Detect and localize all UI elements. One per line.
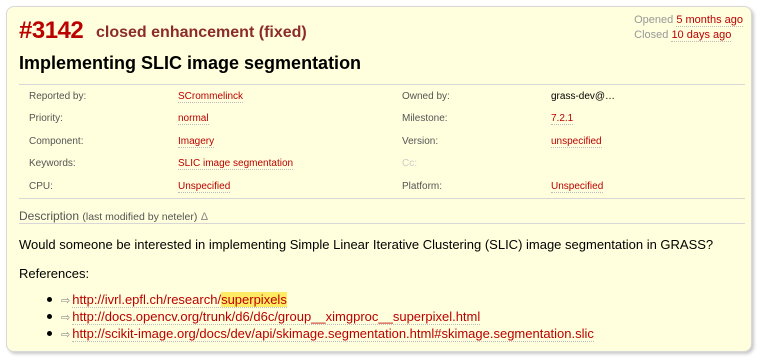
- ticket-properties-table: Reported by: SCrommelinck Owned by: gras…: [19, 84, 745, 199]
- reference-link[interactable]: http://scikit-image.org/docs/dev/api/ski…: [72, 326, 594, 342]
- ticket-summary: Implementing SLIC image segmentation: [19, 53, 362, 73]
- bullet-icon: [47, 314, 52, 319]
- milestone-link[interactable]: 7.2.1: [551, 113, 574, 126]
- priority-link[interactable]: normal: [178, 113, 209, 126]
- delta-icon[interactable]: Δ: [201, 211, 208, 223]
- description-text: Would someone be interested in implement…: [19, 237, 714, 252]
- reported-by-link[interactable]: SCrommelinck: [178, 90, 244, 103]
- closed-label: Closed: [634, 29, 669, 41]
- description-heading: Description: [19, 209, 80, 223]
- component-link[interactable]: Imagery: [178, 135, 215, 148]
- reference-links: ⇨ http://ivrl.epfl.ch/research/superpixel…: [47, 292, 594, 343]
- ticket-box: #3142 closed enhancement (fixed) Opened …: [6, 6, 752, 352]
- reference-link[interactable]: http://ivrl.epfl.ch/research/superpixels: [72, 292, 287, 308]
- props-row: Reported by: SCrommelinck Owned by: gras…: [19, 85, 745, 108]
- reported-by-label: Reported by:: [29, 90, 87, 102]
- bullet-icon: [47, 331, 52, 336]
- external-link-icon: ⇨: [61, 329, 71, 341]
- priority-label: Priority:: [29, 113, 63, 125]
- owned-by-value: grass-dev@…: [551, 90, 616, 102]
- list-item: ⇨ http://ivrl.epfl.ch/research/superpixel…: [47, 292, 594, 309]
- ticket-status-type: closed enhancement (fixed): [96, 24, 307, 42]
- platform-link[interactable]: Unspecified: [551, 180, 604, 193]
- props-row: CPU: Unspecified Platform: Unspecified: [19, 175, 745, 198]
- props-row: Component: Imagery Version: unspecified: [19, 130, 745, 153]
- closed-row: Closed 10 days ago: [634, 28, 743, 43]
- description-header: Description (last modified by neteler) Δ: [19, 209, 745, 224]
- ticket-dates: Opened 5 months ago Closed 10 days ago: [634, 13, 743, 43]
- opened-label: Opened: [634, 14, 674, 26]
- keywords-link[interactable]: SLIC image segmentation: [178, 158, 294, 171]
- external-link-icon: ⇨: [61, 295, 71, 307]
- cc-value: [551, 153, 745, 176]
- cc-label: Cc:: [402, 158, 417, 170]
- component-label: Component:: [29, 135, 84, 147]
- keywords-label: Keywords:: [29, 158, 76, 170]
- props-row: Keywords: SLIC image segmentation Cc:: [19, 153, 745, 176]
- external-link-icon: ⇨: [61, 312, 71, 324]
- props-row: Priority: normal Milestone: 7.2.1: [19, 108, 745, 131]
- opened-row: Opened 5 months ago: [634, 13, 743, 28]
- opened-link[interactable]: 5 months ago: [676, 14, 743, 27]
- cpu-label: CPU:: [29, 180, 53, 192]
- ticket-status: closed: [96, 24, 147, 41]
- platform-label: Platform:: [402, 180, 443, 192]
- owned-by-label: Owned by:: [402, 90, 450, 102]
- bullet-icon: [47, 297, 52, 302]
- version-label: Version:: [402, 135, 439, 147]
- list-item: ⇨ http://docs.opencv.org/trunk/d6/d6c/gro…: [47, 309, 594, 326]
- ticket-resolution: (fixed): [258, 24, 307, 41]
- version-link[interactable]: unspecified: [551, 135, 602, 148]
- references-label: References:: [19, 266, 90, 281]
- cpu-link[interactable]: Unspecified: [178, 180, 231, 193]
- reference-link[interactable]: http://docs.opencv.org/trunk/d6/d6c/grou…: [72, 309, 481, 325]
- search-highlight: superpixels: [221, 292, 287, 307]
- list-item: ⇨ http://scikit-image.org/docs/dev/api/sk…: [47, 326, 594, 343]
- last-modified-link[interactable]: (last modified by neteler): [82, 211, 197, 223]
- ticket-type: enhancement: [151, 24, 255, 41]
- milestone-label: Milestone:: [402, 113, 448, 125]
- ticket-id-link[interactable]: #3142: [19, 17, 84, 45]
- closed-link[interactable]: 10 days ago: [671, 29, 732, 42]
